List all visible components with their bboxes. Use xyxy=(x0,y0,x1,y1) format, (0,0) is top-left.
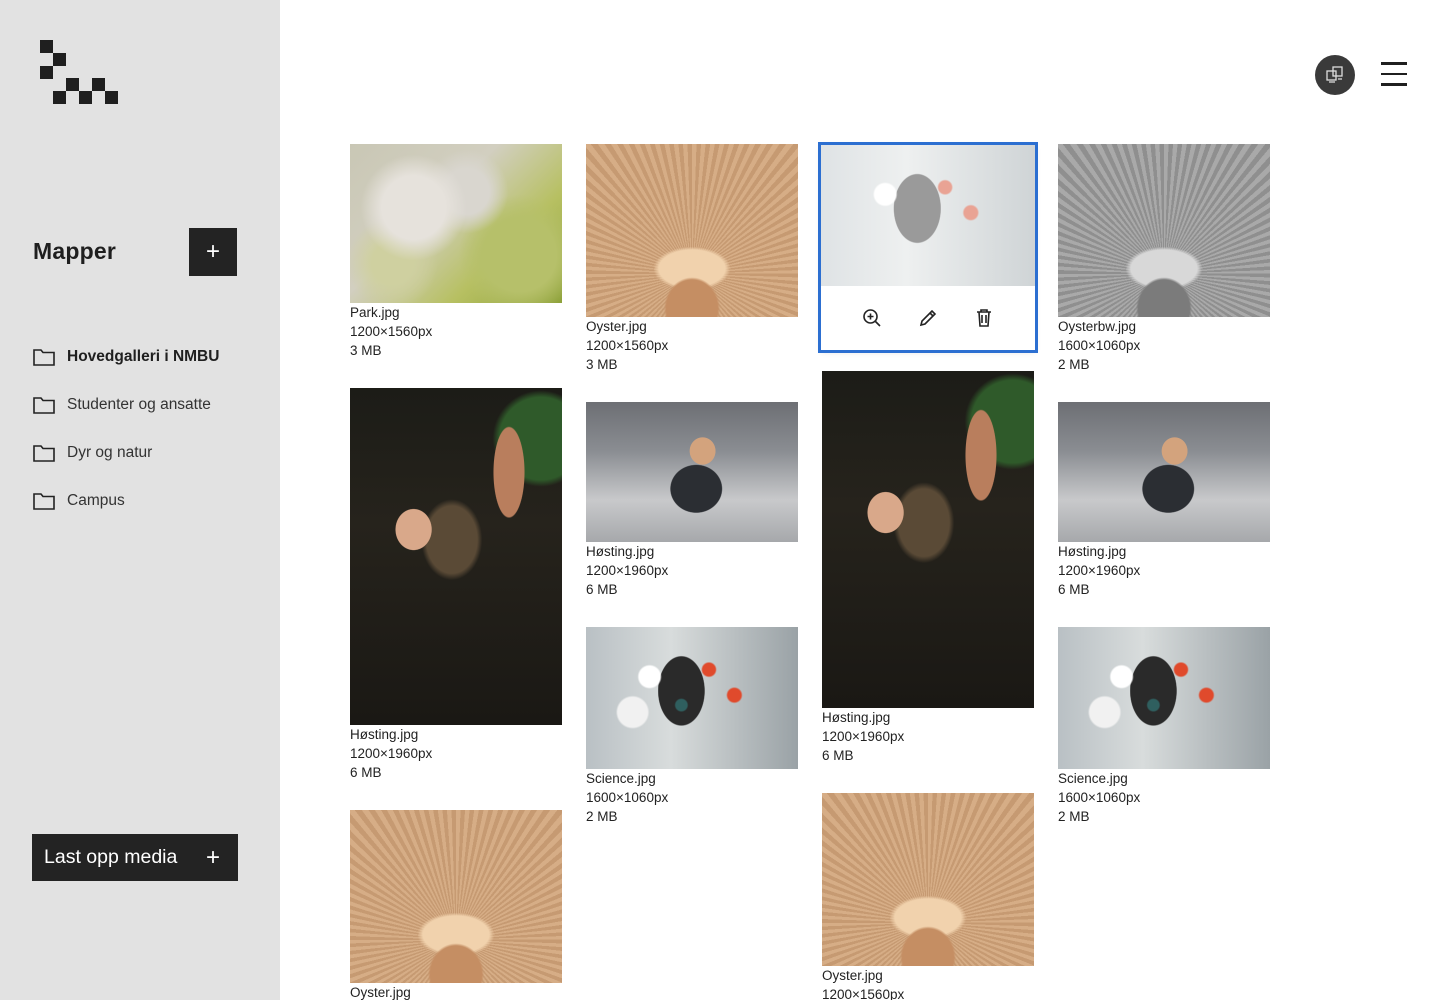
upload-label: Last opp media xyxy=(44,846,178,868)
folder-label: Dyr og natur xyxy=(67,444,153,461)
media-thumbnail[interactable] xyxy=(1058,627,1270,769)
file-dimensions: 1200×1560px xyxy=(350,324,433,339)
file-size: 3 MB xyxy=(350,343,382,358)
hamburger-menu-button[interactable] xyxy=(1381,62,1407,88)
media-card[interactable]: Park.jpg 1200×1560px 3 MB xyxy=(350,144,562,360)
folder-icon xyxy=(33,493,55,510)
file-name: Høsting.jpg xyxy=(350,727,419,742)
menu-line xyxy=(1381,83,1407,86)
file-size: 6 MB xyxy=(350,765,382,780)
folder-icon xyxy=(33,397,55,414)
folder-item-hovedgalleri[interactable]: Hovedgalleri i NMBU xyxy=(33,333,219,381)
folder-list: Hovedgalleri i NMBU Studenter og ansatte… xyxy=(33,333,219,525)
file-dimensions: 1200×1960px xyxy=(350,746,433,761)
trash-icon[interactable] xyxy=(973,307,995,329)
file-dimensions: 1200×1560px xyxy=(586,338,669,353)
media-thumbnail[interactable] xyxy=(586,627,798,769)
folder-item-campus[interactable]: Campus xyxy=(33,477,219,525)
file-name: Oyster.jpg xyxy=(822,968,883,983)
media-card[interactable]: Science.jpg 1600×1060px 2 MB xyxy=(586,627,798,826)
folders-title: Mapper xyxy=(33,238,116,264)
zoom-in-icon[interactable] xyxy=(861,307,883,329)
file-size: 2 MB xyxy=(1058,809,1090,824)
file-dimensions: 1600×1060px xyxy=(1058,790,1141,805)
file-size: 6 MB xyxy=(1058,582,1090,597)
media-card[interactable]: Høsting.jpg 1200×1960px 6 MB xyxy=(822,371,1034,765)
file-name: Oyster.jpg xyxy=(586,319,647,334)
media-thumbnail[interactable] xyxy=(821,145,1035,286)
media-card[interactable]: Science.jpg 1600×1060px 2 MB xyxy=(1058,627,1270,826)
file-size: 2 MB xyxy=(586,809,618,824)
file-dimensions: 1600×1060px xyxy=(1058,338,1141,353)
user-workspace-button[interactable] xyxy=(1315,55,1355,95)
add-folder-button[interactable]: + xyxy=(189,228,237,276)
media-thumbnail[interactable] xyxy=(1058,402,1270,542)
folder-label: Hovedgalleri i NMBU xyxy=(67,348,220,365)
file-size: 2 MB xyxy=(1058,357,1090,372)
file-name: Oysterbw.jpg xyxy=(1058,319,1137,334)
media-card[interactable]: Oysterbw.jpg 1600×1060px 2 MB xyxy=(1058,144,1270,374)
media-thumbnail[interactable] xyxy=(1058,144,1270,317)
folder-label: Studenter og ansatte xyxy=(67,396,211,413)
media-thumbnail[interactable] xyxy=(822,793,1034,966)
file-size: 6 MB xyxy=(586,582,618,597)
logo[interactable] xyxy=(40,40,118,104)
media-card[interactable]: Oyster.jpg 1200×1560px 3 MB xyxy=(586,144,798,374)
media-thumbnail[interactable] xyxy=(350,144,562,303)
folder-item-dyr[interactable]: Dyr og natur xyxy=(33,429,219,477)
file-name: Science.jpg xyxy=(1058,771,1128,786)
media-card[interactable]: Høsting.jpg 1200×1960px 6 MB xyxy=(586,402,798,599)
file-size: 3 MB xyxy=(586,357,618,372)
file-name: Oyster.jpg xyxy=(350,985,411,1000)
sidebar: Mapper + Hovedgalleri i NMBU Studenter o… xyxy=(0,0,280,1000)
file-name: Science.jpg xyxy=(586,771,656,786)
plus-icon: + xyxy=(205,843,220,871)
file-dimensions: 1200×1960px xyxy=(586,563,669,578)
media-thumbnail[interactable] xyxy=(586,402,798,542)
edit-pencil-icon[interactable] xyxy=(917,307,939,329)
file-name: Høsting.jpg xyxy=(1058,544,1127,559)
file-dimensions: 1600×1060px xyxy=(586,790,669,805)
media-card[interactable]: Oyster.jpg 1200×1560px xyxy=(822,793,1034,1000)
file-dimensions: 1200×1960px xyxy=(1058,563,1141,578)
folder-icon xyxy=(33,445,55,462)
media-thumbnail[interactable] xyxy=(822,371,1034,708)
folder-icon xyxy=(33,349,55,366)
file-name: Høsting.jpg xyxy=(822,710,891,725)
media-card[interactable]: Høsting.jpg 1200×1960px 6 MB xyxy=(1058,402,1270,599)
media-actions xyxy=(821,286,1035,350)
file-name: Park.jpg xyxy=(350,305,400,320)
menu-line xyxy=(1381,62,1407,65)
folder-item-studenter[interactable]: Studenter og ansatte xyxy=(33,381,219,429)
file-name: Høsting.jpg xyxy=(586,544,655,559)
folder-label: Campus xyxy=(67,492,125,509)
media-card[interactable]: Oyster.jpg xyxy=(350,810,562,1000)
file-size: 6 MB xyxy=(822,748,854,763)
media-card-selected[interactable] xyxy=(818,142,1038,353)
media-card[interactable]: Høsting.jpg 1200×1960px 6 MB xyxy=(350,388,562,782)
media-thumbnail[interactable] xyxy=(350,388,562,725)
file-dimensions: 1200×1560px xyxy=(822,987,905,1000)
media-thumbnail[interactable] xyxy=(586,144,798,317)
user-workspace-icon xyxy=(1326,66,1343,83)
media-thumbnail[interactable] xyxy=(350,810,562,983)
upload-media-button[interactable]: Last opp media + xyxy=(32,834,238,881)
menu-line xyxy=(1381,72,1407,75)
file-dimensions: 1200×1960px xyxy=(822,729,905,744)
